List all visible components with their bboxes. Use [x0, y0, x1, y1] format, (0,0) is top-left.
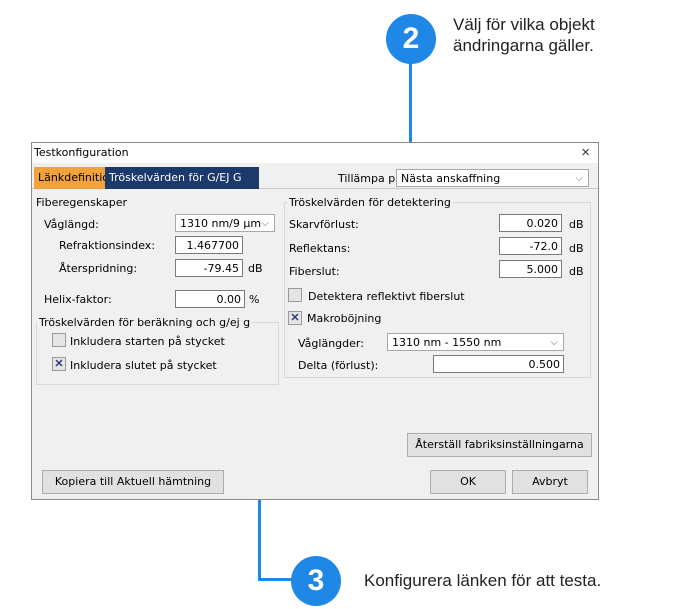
- callout-2-line1: Välj för vilka objekt: [453, 15, 595, 34]
- wavelength-value: 1310 nm/9 µm: [180, 217, 262, 230]
- callout-3-badge: 3: [291, 556, 341, 606]
- window-title: Testkonfiguration: [34, 146, 129, 159]
- cancel-button[interactable]: Avbryt: [512, 470, 588, 494]
- splice-loss-label: Skarvförlust:: [289, 218, 359, 231]
- titlebar: Testkonfiguration ×: [32, 143, 598, 163]
- refraction-index-label: Refraktionsindex:: [59, 239, 156, 252]
- backscatter-label: Återspridning:: [59, 262, 138, 275]
- reflectance-unit: dB: [569, 242, 584, 255]
- refraction-index-input[interactable]: 1.467700: [175, 236, 243, 254]
- calc-thresholds-title: Tröskelvärden för beräkning och g/ej g: [37, 316, 253, 329]
- backscatter-unit: dB: [248, 262, 263, 275]
- chevron-down-icon: ⌵: [261, 218, 269, 229]
- callout-3-number: 3: [307, 564, 325, 597]
- reflectance-input[interactable]: -72.0: [499, 237, 562, 255]
- apply-to-select[interactable]: Nästa anskaffning ⌵: [396, 169, 589, 187]
- fiber-end-unit: dB: [569, 265, 584, 278]
- macrobend-checkbox[interactable]: ✕: [288, 311, 302, 325]
- callout-2-text: Välj för vilka objekt ändringarna gäller…: [453, 14, 595, 56]
- delta-loss-label: Delta (förlust):: [298, 359, 379, 372]
- helix-factor-input[interactable]: 0.00: [175, 290, 245, 308]
- detection-thresholds-title: Tröskelvärden för detektering: [287, 196, 453, 209]
- test-configuration-dialog: Testkonfiguration × Länkdefinition Trösk…: [31, 142, 599, 500]
- macrobend-label: Makroböjning: [307, 312, 382, 325]
- chevron-down-icon: ⌵: [575, 173, 583, 184]
- wavelengths-value: 1310 nm - 1550 nm: [392, 336, 502, 349]
- include-start-label: Inkludera starten på stycket: [70, 335, 225, 348]
- include-end-checkbox[interactable]: ✕: [52, 357, 66, 371]
- reflectance-label: Reflektans:: [289, 242, 351, 255]
- helix-factor-unit: %: [249, 293, 260, 306]
- delta-loss-input[interactable]: 0.500: [433, 355, 564, 373]
- include-start-checkbox[interactable]: [52, 333, 66, 347]
- chevron-down-icon: ⌵: [550, 337, 558, 348]
- backscatter-input[interactable]: -79.45: [175, 259, 243, 277]
- callout-2-number: 2: [402, 22, 420, 55]
- ok-button[interactable]: OK: [430, 470, 506, 494]
- check-icon: ✕: [54, 358, 64, 370]
- copy-to-current-acquisition-button[interactable]: Kopiera till Aktuell hämtning: [42, 470, 224, 494]
- apply-to-value: Nästa anskaffning: [401, 172, 501, 185]
- wavelengths-label: Våglängder:: [298, 337, 364, 350]
- tab-link-definition[interactable]: Länkdefinition: [34, 167, 116, 189]
- check-icon: ✕: [290, 312, 300, 324]
- helix-factor-label: Helix-faktor:: [44, 293, 112, 306]
- splice-loss-input[interactable]: 0.020: [499, 214, 562, 232]
- splice-loss-unit: dB: [569, 218, 584, 231]
- fiber-end-input[interactable]: 5.000: [499, 260, 562, 278]
- callout-2-badge: 2: [386, 14, 436, 64]
- callout-3-text: Konfigurera länken för att testa.: [364, 571, 602, 590]
- wavelengths-select[interactable]: 1310 nm - 1550 nm ⌵: [387, 333, 564, 351]
- fiber-properties-title: Fiberegenskaper: [34, 196, 130, 209]
- detect-reflective-end-label: Detektera reflektivt fiberslut: [308, 290, 465, 303]
- wavelength-label: Våglängd:: [44, 218, 99, 231]
- callout-2-line2: ändringarna gäller.: [453, 36, 594, 55]
- fiber-end-label: Fiberslut:: [289, 265, 340, 278]
- reset-factory-settings-button[interactable]: Återställ fabriksinställningarna: [407, 433, 592, 457]
- close-icon[interactable]: ×: [581, 144, 590, 161]
- calc-thresholds-group: [36, 322, 279, 385]
- wavelength-select[interactable]: 1310 nm/9 µm ⌵: [175, 214, 275, 232]
- tab-pass-fail-thresholds[interactable]: Tröskelvärden för G/EJ G: [105, 167, 259, 189]
- tab-bar: Länkdefinition Tröskelvärden för G/EJ G …: [32, 167, 598, 189]
- include-end-label: Inkludera slutet på stycket: [70, 359, 217, 372]
- detect-reflective-end-checkbox[interactable]: [288, 288, 302, 302]
